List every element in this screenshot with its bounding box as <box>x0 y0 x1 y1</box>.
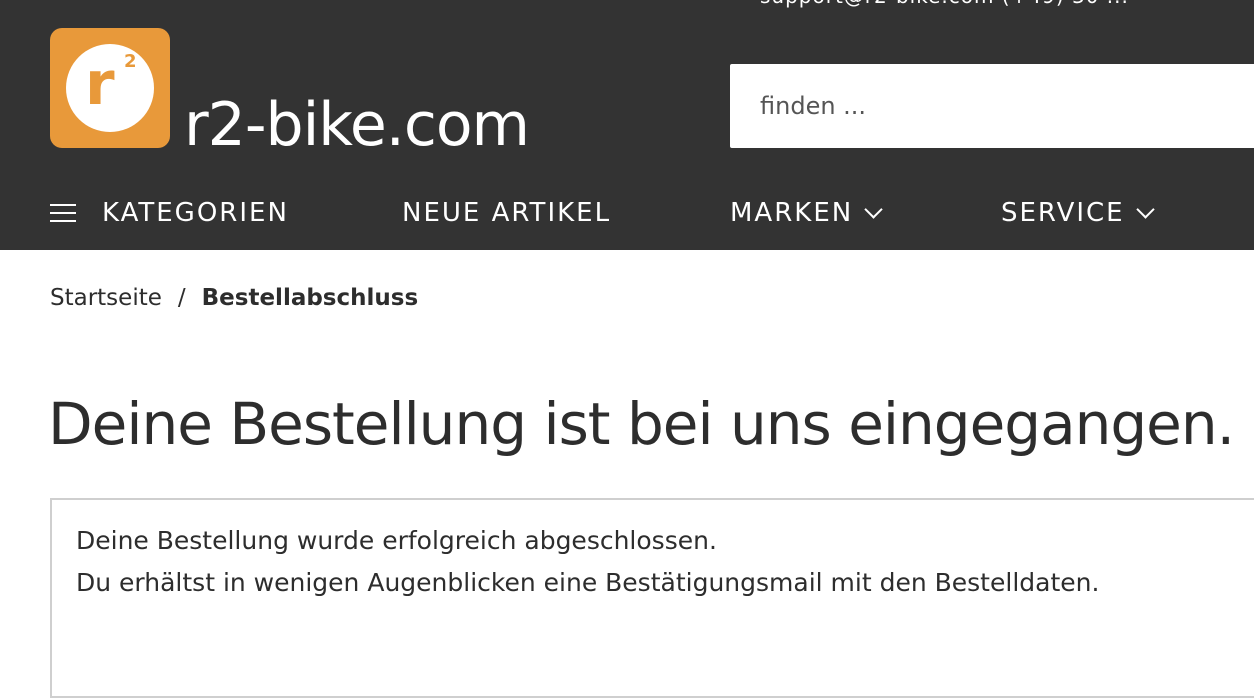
chevron-down-icon <box>864 199 883 219</box>
breadcrumb-current: Bestellabschluss <box>201 285 419 311</box>
nav-kategorien-label: KATEGORIEN <box>102 198 289 228</box>
nav-marken[interactable]: MARKEN <box>730 192 883 234</box>
confirmation-line-1: Deine Bestellung wurde erfolgreich abges… <box>76 526 717 555</box>
top-contact-info[interactable]: support@r2-bike.com (+49) 30 ... <box>760 0 1129 8</box>
nav-neue-artikel-label: NEUE ARTIKEL <box>402 198 612 228</box>
breadcrumb-separator: / <box>177 285 186 311</box>
site-header: support@r2-bike.com (+49) 30 ... r 2 r2-… <box>0 0 1254 250</box>
logo[interactable]: r 2 <box>50 28 170 148</box>
nav-neue-artikel[interactable]: NEUE ARTIKEL <box>402 192 611 234</box>
breadcrumb: Startseite / Bestellabschluss <box>50 282 418 314</box>
chevron-down-icon <box>1135 199 1155 219</box>
confirmation-message-box: Deine Bestellung wurde erfolgreich abges… <box>50 498 1254 698</box>
site-name[interactable]: r2-bike.com <box>184 90 530 160</box>
nav-service[interactable]: SERVICE <box>1001 192 1155 234</box>
breadcrumb-home[interactable]: Startseite <box>50 285 162 311</box>
hamburger-icon <box>50 202 76 224</box>
logo-letter: r <box>85 49 115 119</box>
search-input[interactable] <box>730 64 1254 148</box>
nav-service-label: SERVICE <box>1001 198 1125 228</box>
page-title: Deine Bestellung ist bei uns eingegangen… <box>48 390 1235 458</box>
confirmation-line-2: Du erhältst in wenigen Augenblicken eine… <box>76 568 1100 597</box>
nav-kategorien[interactable]: KATEGORIEN <box>50 192 289 234</box>
nav-marken-label: MARKEN <box>730 198 854 228</box>
logo-circle: r 2 <box>66 44 154 132</box>
logo-superscript: 2 <box>124 51 137 72</box>
